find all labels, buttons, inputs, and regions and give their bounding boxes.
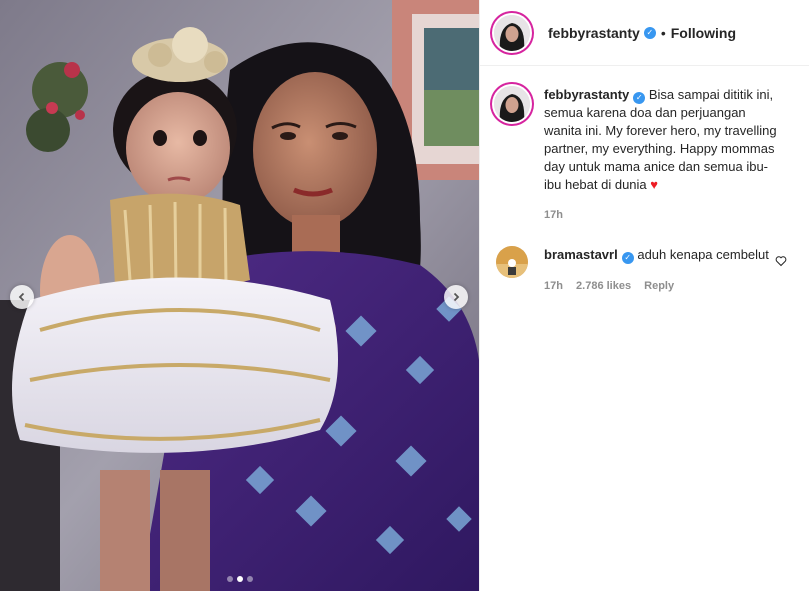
- carousel-dot: [226, 576, 233, 582]
- comment-text: aduh kenapa cembelut: [637, 247, 769, 262]
- comment-meta: 17h 2.786 likes Reply: [544, 277, 774, 295]
- comment-like-button[interactable]: [775, 254, 787, 272]
- post-caption: febbyrastanty ✓ Bisa sampai dititik ini, …: [480, 66, 809, 224]
- comment-timestamp[interactable]: 17h: [544, 280, 563, 292]
- caption-timestamp[interactable]: 17h: [544, 206, 784, 224]
- author-avatar[interactable]: [494, 14, 530, 51]
- caption-username[interactable]: febbyrastanty: [544, 87, 629, 102]
- header-separator: •: [660, 24, 666, 41]
- author-username[interactable]: febbyrastanty: [548, 25, 640, 41]
- post-photo[interactable]: [0, 0, 479, 591]
- commenter-avatar[interactable]: [496, 246, 528, 278]
- chevron-left-icon: [18, 292, 25, 302]
- carousel-next-button[interactable]: [444, 285, 468, 309]
- photo-image: [0, 0, 479, 591]
- red-heart-emoji-icon: ♥: [650, 177, 658, 192]
- avatar-image: [496, 246, 528, 278]
- heart-outline-icon: [775, 256, 787, 267]
- comment-item: bramastavrl ✓ aduh kenapa cembelut 17h 2.…: [480, 224, 809, 295]
- follow-status-button[interactable]: Following: [671, 25, 736, 41]
- avatar-image: [494, 86, 530, 122]
- caption-text: Bisa sampai dititik ini, semua karena do…: [544, 87, 777, 192]
- carousel-indicator: [0, 576, 479, 582]
- post-header: febbyrastanty ✓ • Following: [480, 0, 809, 66]
- reply-button[interactable]: Reply: [644, 280, 674, 292]
- comment-body: bramastavrl ✓ aduh kenapa cembelut 17h 2.…: [544, 246, 774, 295]
- verified-badge-icon: ✓: [621, 252, 634, 264]
- avatar-image: [494, 14, 530, 51]
- caption-body: febbyrastanty ✓ Bisa sampai dititik ini, …: [544, 86, 784, 224]
- caption-author-avatar[interactable]: [494, 86, 530, 122]
- verified-badge-icon: ✓: [633, 92, 646, 104]
- verified-badge-icon: ✓: [643, 26, 656, 39]
- commenter-username[interactable]: bramastavrl: [544, 247, 618, 262]
- carousel-prev-button[interactable]: [10, 285, 34, 309]
- post-sidebar: febbyrastanty ✓ • Following febbyrastant…: [479, 0, 809, 591]
- carousel-dot-active: [236, 576, 243, 582]
- carousel-dot: [246, 576, 253, 582]
- comment-likes[interactable]: 2.786 likes: [576, 280, 631, 292]
- chevron-right-icon: [453, 292, 460, 302]
